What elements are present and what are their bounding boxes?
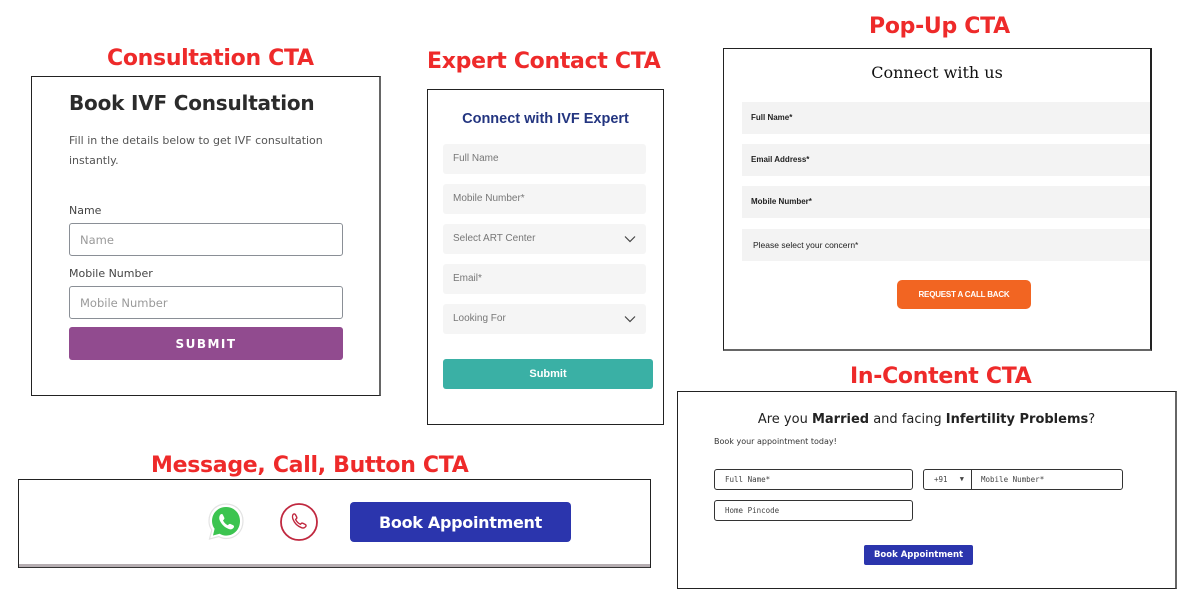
field-placeholder: Select ART Center	[453, 233, 536, 244]
expert-contact-cta-form: Connect with IVF Expert Full Name Mobile…	[427, 89, 664, 425]
whatsapp-icon[interactable]	[205, 501, 247, 543]
chevron-down-icon	[624, 236, 636, 243]
field-placeholder: Full Name*	[751, 113, 793, 122]
form-title: Connect with IVF Expert	[462, 111, 629, 127]
concern-select[interactable]: Please select your concern*	[742, 229, 1150, 261]
mobile-number-input[interactable]: Mobile Number*	[972, 470, 1044, 489]
message-call-button-cta-heading: Message, Call, Button CTA	[151, 453, 469, 478]
caret-down-icon: ▼	[959, 475, 964, 483]
book-appointment-button[interactable]: Book Appointment	[864, 545, 973, 565]
mobile-number-input[interactable]: Mobile Number*	[742, 186, 1150, 218]
country-code-select[interactable]: +91 ▼	[924, 470, 972, 489]
field-placeholder: Full Name*	[725, 475, 771, 484]
full-name-input[interactable]: Full Name	[443, 144, 646, 174]
mobile-number-input[interactable]	[69, 286, 343, 319]
request-call-back-button[interactable]: REQUEST A CALL BACK	[897, 280, 1031, 309]
mobile-number-input[interactable]: Mobile Number*	[443, 184, 646, 214]
form-title: Book IVF Consultation	[69, 91, 315, 115]
popup-cta-heading: Pop-Up CTA	[869, 14, 1010, 39]
in-content-cta-form: Are you Married and facing Infertility P…	[677, 391, 1177, 589]
form-title: Are you Married and facing Infertility P…	[757, 412, 1096, 427]
looking-for-select[interactable]: Looking For	[443, 304, 646, 334]
field-placeholder: Mobile Number*	[453, 193, 525, 204]
email-address-input[interactable]: Email Address*	[742, 144, 1150, 176]
form-title: Connect with us	[871, 63, 1003, 82]
name-input[interactable]	[69, 223, 343, 256]
field-placeholder: Email Address*	[751, 155, 810, 164]
message-call-button-cta-bar: Book Appointment	[18, 479, 651, 568]
expert-contact-cta-heading: Expert Contact CTA	[427, 49, 661, 74]
consultation-cta-form: Book IVF Consultation Fill in the detail…	[31, 76, 381, 396]
mobile-number-field: +91 ▼ Mobile Number*	[923, 469, 1123, 490]
field-placeholder: Full Name	[453, 153, 499, 164]
field-placeholder: Email*	[453, 273, 482, 284]
field-placeholder: Please select your concern*	[753, 240, 859, 250]
art-center-select[interactable]: Select ART Center	[443, 224, 646, 254]
field-placeholder: Looking For	[453, 313, 506, 324]
field-placeholder: Mobile Number*	[751, 197, 812, 206]
full-name-input[interactable]: Full Name*	[714, 469, 913, 490]
submit-button[interactable]: Submit	[443, 359, 653, 389]
consultation-cta-heading: Consultation CTA	[107, 46, 314, 71]
submit-button[interactable]: SUBMIT	[69, 327, 343, 360]
phone-call-icon[interactable]	[279, 502, 319, 542]
email-input[interactable]: Email*	[443, 264, 646, 294]
name-label: Name	[69, 204, 102, 217]
bar-bottom-border	[19, 564, 650, 568]
book-appointment-button[interactable]: Book Appointment	[350, 502, 571, 542]
country-code-value: +91	[934, 475, 948, 484]
form-description: Fill in the details below to get IVF con…	[69, 134, 323, 167]
field-placeholder: Home Pincode	[725, 506, 780, 515]
mobile-number-label: Mobile Number	[69, 267, 153, 280]
home-pincode-input[interactable]: Home Pincode	[714, 500, 913, 521]
chevron-down-icon	[624, 316, 636, 323]
popup-cta-form: Connect with us Full Name* Email Address…	[723, 48, 1152, 351]
full-name-input[interactable]: Full Name*	[742, 102, 1150, 134]
field-placeholder: Mobile Number*	[981, 475, 1045, 484]
in-content-cta-heading: In-Content CTA	[850, 364, 1032, 389]
form-subtitle: Book your appointment today!	[714, 437, 837, 446]
